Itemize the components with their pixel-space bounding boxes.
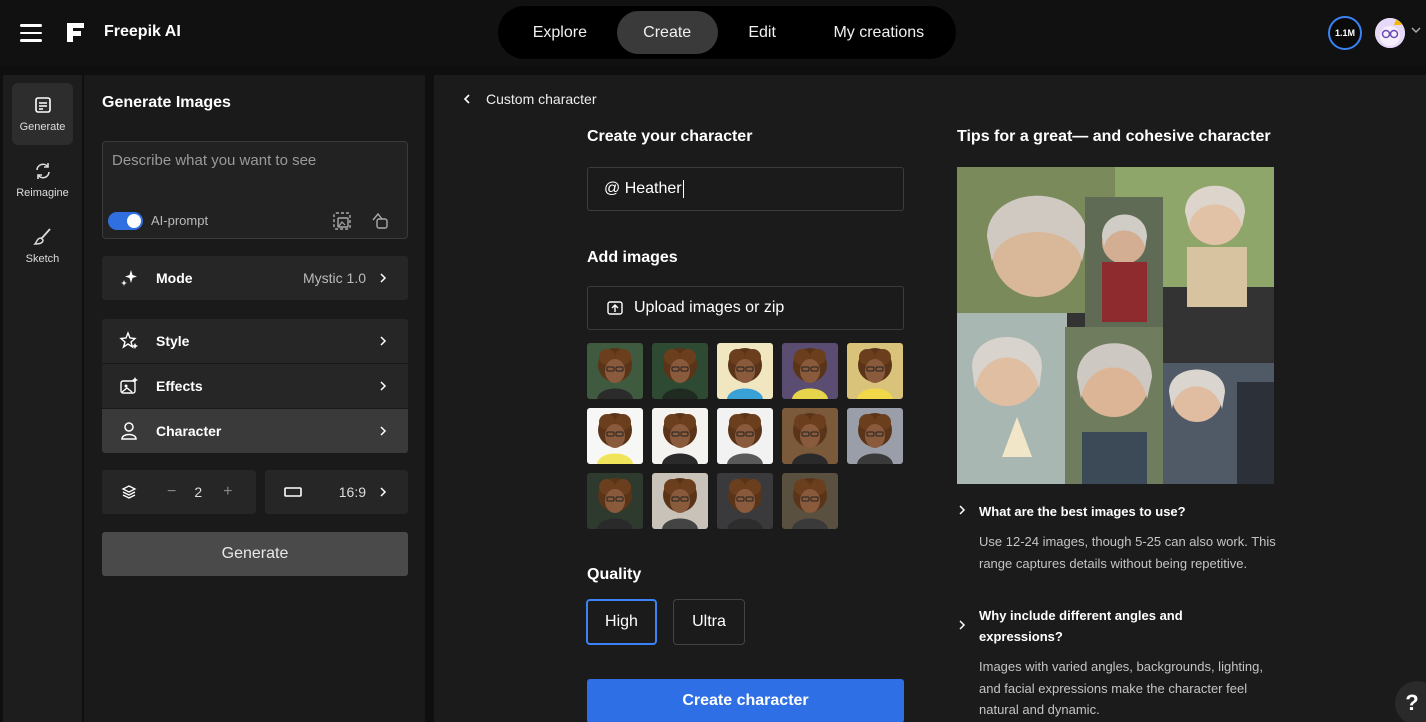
quality-heading: Quality — [587, 566, 642, 583]
tips-heading: Tips for a great— and cohesive character — [957, 128, 1271, 145]
main-nav: Explore Create Edit My creations — [498, 6, 956, 59]
chevron-right-icon — [380, 426, 387, 436]
chevron-right-icon — [380, 381, 387, 391]
sparkles-icon — [121, 270, 137, 286]
menu-icon[interactable] — [20, 24, 42, 42]
create-heading: Create your character — [587, 128, 753, 145]
effects-label: Effects — [156, 378, 203, 394]
uploaded-image-thumb[interactable] — [717, 343, 773, 399]
character-name-input[interactable]: @ Heather — [587, 167, 904, 211]
aspect-ratio-icon — [284, 487, 302, 497]
top-bar: Freepik AI Explore Create Edit My creati… — [0, 0, 1426, 66]
uploaded-image-thumb[interactable] — [782, 343, 838, 399]
upload-icon — [607, 301, 623, 315]
effects-row[interactable]: Effects — [102, 364, 408, 408]
chevron-left-icon — [463, 94, 470, 104]
rail-item-sketch[interactable]: Sketch — [12, 215, 73, 277]
brand-name[interactable]: Freepik AI — [104, 23, 181, 41]
faq-question-angles[interactable]: Why include different angles and express… — [957, 605, 1197, 647]
star-icon — [119, 331, 138, 349]
uploaded-image-thumb[interactable] — [782, 473, 838, 529]
chevron-right-icon — [380, 273, 387, 283]
ai-prompt-label: AI-prompt — [151, 213, 209, 228]
avatar-illustration-icon — [1375, 18, 1405, 48]
mode-value: Mystic 1.0 — [302, 270, 366, 286]
create-character-button[interactable]: Create character — [587, 679, 904, 722]
uploaded-image-thumb[interactable] — [782, 408, 838, 464]
uploaded-image-thumb[interactable] — [847, 408, 903, 464]
back-button[interactable]: Custom character — [462, 91, 596, 107]
freepik-logo-icon[interactable] — [65, 22, 86, 43]
faq-answer-text: Images with varied angles, backgrounds, … — [979, 659, 1263, 717]
avatar[interactable] — [1375, 18, 1405, 48]
chevron-right-icon — [380, 336, 387, 346]
count-value: 2 — [194, 484, 203, 500]
mode-row[interactable]: Mode Mystic 1.0 — [102, 256, 408, 300]
aspect-ratio-button[interactable]: 16:9 — [265, 470, 408, 514]
style-row[interactable]: Style — [102, 319, 408, 363]
tab-my-creations[interactable]: My creations — [807, 11, 951, 54]
quality-high-button[interactable]: High — [586, 599, 657, 645]
uploaded-image-thumb[interactable] — [652, 473, 708, 529]
aspect-ratio-value: 16:9 — [338, 484, 366, 500]
shapes-icon[interactable] — [369, 210, 391, 232]
generate-icon — [34, 97, 51, 113]
tool-rail: Generate Reimagine Sketch — [3, 75, 82, 722]
faq-question-best-images[interactable]: What are the best images to use? — [957, 501, 1186, 522]
reimagine-icon — [35, 163, 50, 179]
style-label: Style — [156, 333, 190, 349]
generate-button[interactable]: Generate — [102, 532, 408, 576]
uploaded-image-thumb[interactable] — [587, 473, 643, 529]
uploaded-image-thumb[interactable] — [717, 473, 773, 529]
prompt-input[interactable] — [112, 152, 392, 169]
character-label: Character — [156, 423, 222, 439]
tab-explore[interactable]: Explore — [503, 11, 617, 54]
faq-question-text: Why include different angles and express… — [979, 608, 1183, 644]
image-effects-icon — [120, 377, 138, 394]
quality-ultra-button[interactable]: Ultra — [673, 599, 745, 645]
character-row[interactable]: Character — [102, 409, 408, 453]
back-label: Custom character — [486, 91, 597, 107]
credits-badge[interactable]: 1.1M — [1328, 16, 1362, 50]
tab-create[interactable]: Create — [616, 11, 718, 54]
add-images-heading: Add images — [587, 249, 678, 266]
tab-edit[interactable]: Edit — [718, 11, 807, 54]
example-character-image-icon — [957, 167, 1274, 484]
person-icon — [121, 422, 137, 440]
brush-icon — [32, 228, 51, 245]
chevron-right-icon — [959, 620, 966, 630]
generate-panel: Generate Images AI-prompt Mode Mystic 1.… — [84, 75, 425, 722]
character-name-value: @ Heather — [604, 180, 682, 197]
rail-label-generate: Generate — [19, 121, 66, 133]
upload-button[interactable]: Upload images or zip — [587, 286, 904, 330]
image-count-control: − 2 + — [102, 470, 256, 514]
count-increase-button[interactable]: + — [223, 483, 232, 501]
count-decrease-button[interactable]: − — [167, 483, 176, 501]
chevron-right-icon — [959, 505, 966, 515]
chevron-right-icon — [380, 487, 387, 497]
layers-icon — [121, 485, 137, 499]
rail-item-reimagine[interactable]: Reimagine — [12, 149, 73, 211]
ai-prompt-toggle[interactable] — [108, 212, 143, 230]
custom-character-page: Custom character Create your character @… — [434, 75, 1426, 722]
uploaded-image-thumb[interactable] — [652, 343, 708, 399]
uploaded-image-thumb[interactable] — [587, 408, 643, 464]
uploaded-image-thumb[interactable] — [652, 408, 708, 464]
uploaded-image-thumb[interactable] — [847, 343, 903, 399]
panel-title: Generate Images — [102, 94, 231, 111]
uploaded-image-thumb[interactable] — [717, 408, 773, 464]
rail-label-reimagine: Reimagine — [16, 187, 69, 199]
example-collage — [957, 167, 1274, 484]
faq-answer-text: Use 12-24 images, though 5-25 can also w… — [979, 534, 1276, 571]
mode-label: Mode — [156, 270, 193, 286]
rail-label-sketch: Sketch — [25, 253, 60, 265]
uploaded-image-thumb[interactable] — [587, 343, 643, 399]
image-reference-icon[interactable] — [331, 210, 353, 232]
prompt-box: AI-prompt — [102, 141, 408, 239]
rail-item-generate[interactable]: Generate — [12, 83, 73, 145]
upload-label: Upload images or zip — [634, 299, 785, 316]
chevron-down-icon[interactable] — [1410, 24, 1422, 36]
faq-question-text: What are the best images to use? — [979, 504, 1186, 519]
